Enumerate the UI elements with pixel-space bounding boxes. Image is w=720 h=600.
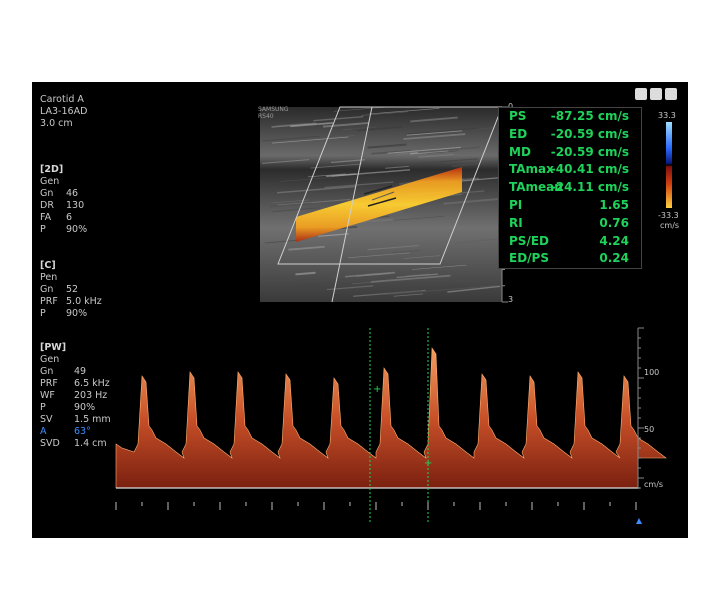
measurement-value: -20.59 cm/s xyxy=(550,144,629,159)
depth-bottom-label: 3 xyxy=(508,295,514,304)
colorbar-unit-label: cm/s xyxy=(660,221,680,230)
measurement-label: PI xyxy=(509,198,523,212)
measurement-label: MD xyxy=(509,144,531,159)
measurement-row: MD -20.59 cm/s xyxy=(499,144,641,162)
measurement-value: -40.41 cm/s xyxy=(550,162,629,177)
measurement-value: -20.59 cm/s xyxy=(550,126,629,141)
measurement-value: -87.25 cm/s xyxy=(550,109,629,123)
measurement-value: 4.24 xyxy=(599,233,629,248)
measurement-row: RI 0.76 xyxy=(499,215,641,233)
s-icon xyxy=(650,88,662,100)
measurement-row: TAmax -40.41 cm/s xyxy=(499,161,641,179)
velocity-ticks xyxy=(638,327,644,489)
ps-marker: + xyxy=(373,384,381,395)
measurement-row: PS/ED 4.24 xyxy=(499,233,641,251)
measurement-label: TAmax xyxy=(509,162,554,177)
time-ticks xyxy=(115,502,637,510)
snowflake-icon xyxy=(665,88,677,100)
probe-status-icon xyxy=(635,88,647,100)
measurement-value: 0.24 xyxy=(599,251,629,266)
measurement-label: ED xyxy=(509,126,528,141)
measurement-value: 0.76 xyxy=(599,215,629,230)
measurement-label: PS/ED xyxy=(509,233,549,248)
image-label: SAMSUNG RS40 xyxy=(258,106,289,120)
ultrasound-screen: Carotid A LA3-16AD 3.0 cm [2D] Gen Gn 46 D… xyxy=(32,82,688,538)
scroll-marker-icon[interactable] xyxy=(636,518,642,524)
velocity-label-50: 50 xyxy=(644,425,655,434)
color-velocity-bar xyxy=(666,122,672,208)
measurement-row: PI 1.65 xyxy=(499,197,641,215)
measurement-label: ED/PS xyxy=(509,251,549,266)
measurement-panel: PS -87.25 cm/s ED -20.59 cm/s MD -20.59 cm/s T… xyxy=(498,107,642,269)
measurement-value: 1.65 xyxy=(599,198,629,212)
colorbar-bottom-label: -33.3 xyxy=(658,211,679,220)
measurement-row: PS -87.25 cm/s xyxy=(499,108,641,126)
velocity-label-100: 100 xyxy=(644,368,660,377)
status-icons xyxy=(632,85,677,104)
colorbar-top-label: 33.3 xyxy=(658,111,676,120)
measurement-label: PS xyxy=(509,109,527,123)
measurement-row: ED -20.59 cm/s xyxy=(499,126,641,144)
ed-marker: + xyxy=(424,458,432,469)
measurement-label: RI xyxy=(509,215,523,230)
measurement-row: ED/PS 0.24 xyxy=(499,250,641,268)
brand-label: SAMSUNG xyxy=(258,106,289,113)
measurement-value: -24.11 cm/s xyxy=(550,180,629,195)
doppler-spectrum: + + xyxy=(115,327,667,524)
model-label: RS40 xyxy=(258,113,274,120)
measurement-row: TAmean -24.11 cm/s xyxy=(499,179,641,197)
spectrum-waveform xyxy=(115,347,667,489)
velocity-unit-label: cm/s xyxy=(644,480,664,489)
